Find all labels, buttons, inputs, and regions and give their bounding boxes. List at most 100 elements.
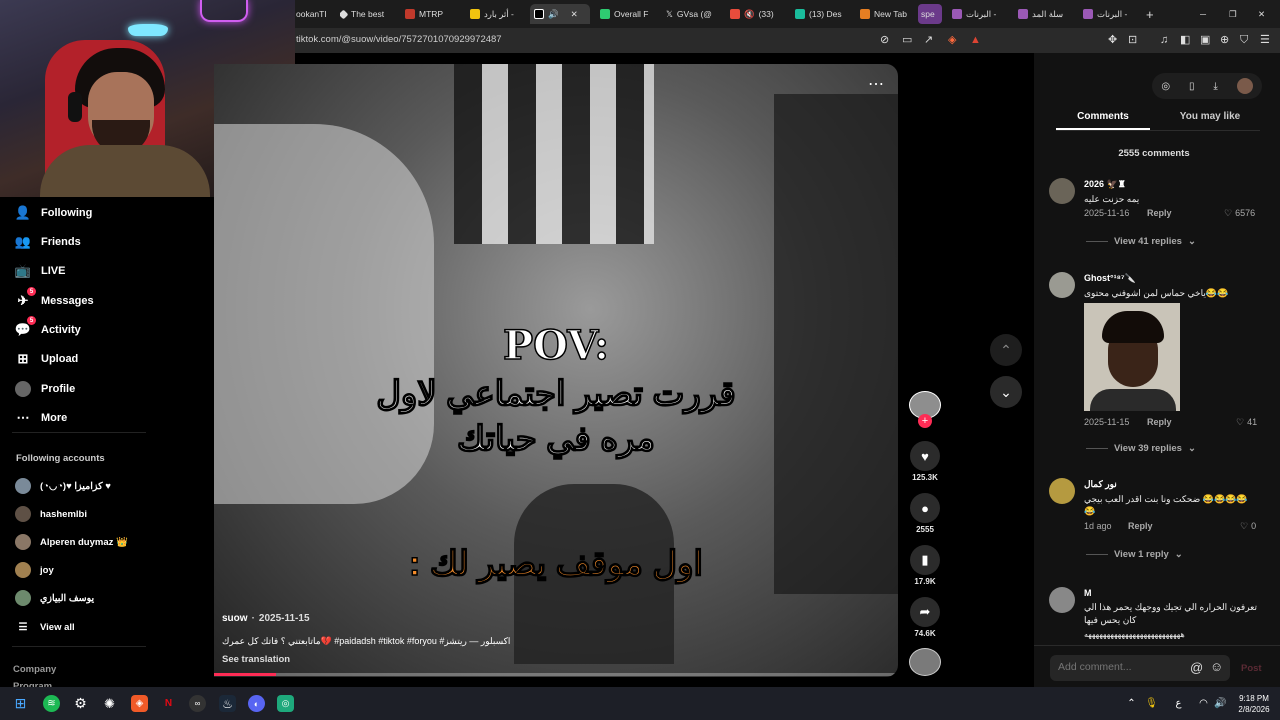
post-button[interactable]: Post [1241,663,1262,674]
screenshot-icon[interactable]: ⊡ [1128,34,1137,47]
spotify-icon[interactable]: ≋ [43,695,60,712]
share-icon[interactable]: ↗ [924,34,933,47]
browser-tab[interactable]: spe [918,4,942,24]
following-account[interactable]: (◔◡◔)♥ كزاميزا ♥ [15,477,111,495]
commenter-name[interactable]: نور كمال [1084,479,1117,490]
following-account[interactable]: joy [15,561,54,579]
avatar[interactable] [1049,478,1075,504]
footer-link-company[interactable]: Company [13,664,56,675]
sidebar-item-following[interactable]: 👤 Following [15,203,92,223]
menu-icon[interactable]: ☰ [1260,34,1270,47]
share-arrow-icon[interactable]: ➦ [910,597,940,627]
clock[interactable]: 9:18 PM 2/8/2026 [1234,693,1274,715]
browser-tab[interactable]: The best [340,4,398,24]
sidebar-item-friends[interactable]: 👥 Friends [15,232,81,252]
comment-image[interactable] [1084,303,1180,411]
shield-icon[interactable]: ⛉ [1240,34,1248,47]
browser-tab[interactable]: 🔇 (33) [730,4,788,24]
window-close-icon[interactable]: ✕ [1258,4,1270,24]
browser-tab[interactable]: ookanTI [296,4,340,24]
add-comment-field[interactable]: @ ☺ [1050,655,1230,681]
vpn-icon[interactable]: ⊕ [1220,34,1229,47]
comment-like[interactable]: ♡ 6576 [1224,208,1255,219]
emoji-icon[interactable]: ☺ [1210,659,1223,674]
see-translation-link[interactable]: See translation [222,654,290,665]
bookmark-icon[interactable]: ▮ [910,545,940,575]
heart-icon[interactable]: ♥ [910,441,940,471]
progress-track[interactable] [214,673,898,676]
browser-tab[interactable]: البرنات - [1083,4,1139,24]
sidebar-item-messages[interactable]: ✈ 5 Messages [15,287,94,311]
brave-rewards-icon[interactable]: ▲ [970,34,981,47]
following-account[interactable]: يوسف البيازي [15,589,94,607]
view-replies-button[interactable]: View 1 reply ⌄ [1086,549,1183,560]
tab-comments[interactable]: Comments [1056,111,1150,122]
browser-tab[interactable]: New Tab [860,4,916,24]
save-action[interactable]: ▮ 17.9K [909,545,941,586]
avatar[interactable] [1049,178,1075,204]
view-all-link[interactable]: ☰ View all [15,618,75,636]
add-comment-input[interactable] [1058,661,1178,673]
browser-tab[interactable]: 𝕏 GVsa (@ [666,4,726,24]
eye-slash-icon[interactable]: ⊘ [880,34,889,47]
comment-icon[interactable]: ● [910,493,940,523]
new-tab-button[interactable]: + [1146,4,1158,24]
speaker-icon[interactable]: 🔊 [1212,695,1229,712]
restore-icon[interactable]: ❐ [1229,4,1241,24]
commenter-name[interactable]: M [1084,588,1092,598]
following-account[interactable]: Alperen duymaz 👑 [15,533,128,551]
browser-tab[interactable]: أثر بارد - [470,4,526,24]
steam-icon[interactable]: ♨ [219,695,236,712]
view-replies-button[interactable]: View 39 replies ⌄ [1086,443,1196,454]
avatar[interactable] [1049,272,1075,298]
author-name[interactable]: suow [222,613,248,624]
browser-tab[interactable]: Overall F [600,4,660,24]
commenter-name[interactable]: 2026 🦅♜ [1084,179,1126,190]
comment-like[interactable]: ♡ 0 [1240,521,1256,532]
avatar[interactable] [1049,587,1075,613]
app-icon[interactable]: ∞ [189,695,206,712]
video-player[interactable]: ⋯ POV: قررت تصير اجتماعي لاول مره في حيا… [214,64,898,677]
like-action[interactable]: ♥ 125.3K [909,441,941,482]
close-tab-icon[interactable]: ✕ [571,9,578,20]
phone-icon[interactable]: ▯ [1189,81,1195,92]
following-account[interactable]: hashemlbi [15,505,87,523]
whatsapp-icon[interactable]: ◎ [277,695,294,712]
browser-tab[interactable]: سلة المد [1018,4,1076,24]
netflix-icon[interactable]: N [160,695,177,712]
language-indicator[interactable]: ع [1170,695,1187,712]
at-mention-icon[interactable]: @ [1190,660,1203,675]
settings-gear-icon[interactable]: ⚙ [72,695,89,712]
windows-start-icon[interactable]: ⊞ [12,695,29,712]
sidebar-item-profile[interactable]: Profile [15,379,75,399]
discord-icon[interactable]: ◐ [248,695,265,712]
share-action[interactable]: ➦ 74.6K [909,597,941,638]
browser-tab[interactable]: البرنات - [952,4,1010,24]
music-icon[interactable]: ♫ [1160,34,1168,47]
cast-icon[interactable]: ▭ [902,34,912,47]
chevron-up-icon[interactable]: ⌃ [1123,695,1140,712]
sidebar-toggle-icon[interactable]: ◧ [1180,34,1190,47]
wifi-icon[interactable]: ◠ [1195,695,1212,712]
brave-icon[interactable]: ◈ [131,695,148,712]
reply-button[interactable]: Reply [1128,521,1153,531]
follow-plus-icon[interactable]: + [918,414,932,428]
chevron-up-icon[interactable]: ⌃ [990,334,1022,366]
download-icon[interactable]: ⤓ [1213,81,1217,92]
minimize-icon[interactable]: ─ [1200,4,1212,24]
microphone-icon[interactable]: 🎙 [1143,695,1160,712]
sidebar-item-live[interactable]: 📺 LIVE [15,261,66,281]
wallet-icon[interactable]: ▣ [1200,34,1210,47]
extensions-icon[interactable]: ✥ [1108,34,1117,47]
browser-tab[interactable]: MTRP [405,4,463,24]
compass-icon[interactable]: ◎ [1161,81,1170,92]
reply-button[interactable]: Reply [1147,417,1172,427]
comment-like[interactable]: ♡ 41 [1236,417,1257,428]
browser-tab[interactable]: (13) Des [795,4,853,24]
browser-tab-active[interactable]: 🔊 ✕ [530,4,590,24]
sidebar-item-activity[interactable]: 💬 5 Activity [15,316,81,340]
tab-you-may-like[interactable]: You may like [1160,111,1260,122]
url-field[interactable]: tiktok.com/@suow/video/75727010709299724… [296,34,502,45]
commenter-name[interactable]: Ghost°¹⁸⁷🔪 [1084,273,1136,284]
chevron-down-icon[interactable]: ⌄ [990,376,1022,408]
